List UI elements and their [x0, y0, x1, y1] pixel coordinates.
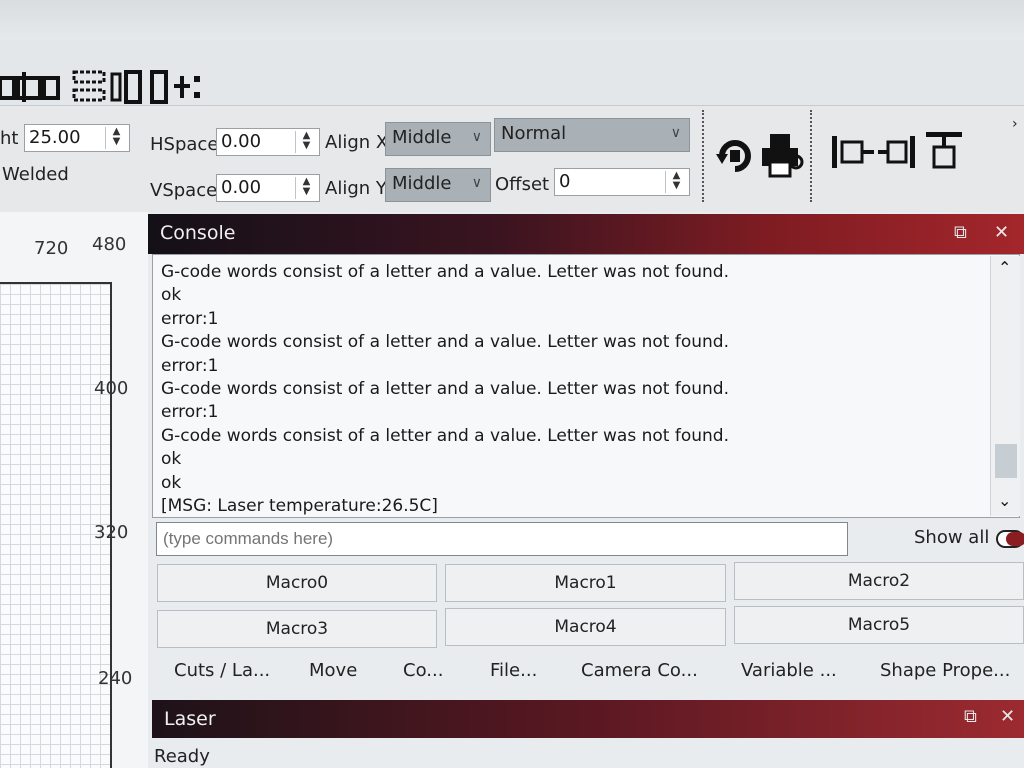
laser-status: Ready: [154, 746, 210, 767]
console-line: ok: [161, 472, 182, 493]
console-log: G-code words consist of a letter and a v…: [152, 254, 1020, 518]
command-input[interactable]: [156, 522, 848, 556]
printer-icon[interactable]: [760, 132, 804, 178]
tab-cuts-layers[interactable]: Cuts / La...: [174, 656, 270, 688]
mode-value: Normal: [501, 123, 567, 144]
height-label: ht: [0, 128, 19, 149]
spin-arrows-icon[interactable]: ▲ ▼: [295, 177, 317, 199]
align-tools-icon[interactable]: [0, 70, 60, 104]
ruler-label: 240: [98, 668, 133, 689]
console-title: Console: [160, 222, 236, 244]
console-line: error:1: [161, 308, 219, 329]
restore-icon[interactable]: ⧉: [954, 222, 967, 243]
console-line: ok: [161, 449, 182, 470]
align-top-icon[interactable]: [924, 130, 964, 174]
chevron-down-icon: ∨: [471, 175, 482, 191]
show-all-toggle[interactable]: [996, 530, 1024, 548]
resize-icon[interactable]: [150, 70, 204, 104]
hspace-value: 0.00: [221, 131, 262, 152]
height-value: 25.00: [29, 127, 81, 148]
top-strip: [0, 0, 1024, 40]
offset-value: 0: [559, 171, 571, 192]
align-right-icon[interactable]: [878, 134, 918, 170]
vspace-value: 0.00: [221, 177, 262, 198]
console-scrollbar[interactable]: ⌃ ⌄: [990, 256, 1020, 516]
ruler-label: 480: [92, 234, 127, 255]
hspace-label: HSpace: [150, 134, 219, 155]
chevron-down-icon: ∨: [670, 125, 681, 141]
spin-arrows-icon[interactable]: ▲ ▼: [665, 171, 687, 193]
toolbar-separator: [702, 110, 704, 202]
chevron-down-icon: ∨: [471, 129, 482, 145]
offset-spinbox[interactable]: 0 ▲ ▼: [554, 168, 690, 196]
macro-button[interactable]: Macro1: [445, 564, 726, 602]
console-line: [MSG: Laser temperature:26.5C]: [161, 495, 438, 516]
hspace-spinbox[interactable]: 0.00 ▲ ▼: [216, 128, 320, 156]
tab-files[interactable]: File...: [490, 656, 537, 688]
tab-camera-control[interactable]: Camera Co...: [581, 656, 698, 688]
tab-shape-properties[interactable]: Shape Prope...: [880, 656, 1010, 688]
close-icon[interactable]: ✕: [994, 222, 1009, 243]
vspace-spinbox[interactable]: 0.00 ▲ ▼: [216, 174, 320, 202]
close-icon[interactable]: ✕: [1000, 706, 1015, 727]
properties-bar: ht 25.00 ▲ ▼ Welded HSpace 0.00 ▲ ▼ VSpace…: [0, 106, 1024, 212]
laser-title-bar: Laser ⧉ ✕: [152, 700, 1024, 738]
show-all-label: Show all: [914, 527, 990, 548]
icon-toolbar: [0, 40, 1024, 106]
chevron-up-icon[interactable]: ⌃: [998, 258, 1011, 277]
console-line: G-code words consist of a letter and a v…: [161, 425, 729, 446]
align-y-value: Middle: [392, 173, 452, 194]
console-line: error:1: [161, 355, 219, 376]
align-y-select[interactable]: Middle ∨: [385, 168, 491, 202]
console-line: ok: [161, 285, 182, 306]
console-title-bar: Console ⧉ ✕: [148, 214, 1024, 254]
spin-arrows-icon[interactable]: ▲ ▼: [295, 131, 317, 153]
align-x-select[interactable]: Middle ∨: [385, 122, 491, 156]
ruler-label: 400: [94, 378, 129, 399]
align-x-value: Middle: [392, 127, 452, 148]
more-chevron-icon[interactable]: ›: [1012, 116, 1018, 132]
macro-button[interactable]: Macro5: [734, 606, 1024, 644]
restore-icon[interactable]: ⧉: [964, 706, 977, 727]
tab-console[interactable]: Co...: [403, 656, 443, 688]
console-line: G-code words consist of a letter and a v…: [161, 262, 729, 282]
macro-button[interactable]: Macro4: [445, 608, 726, 646]
ruler-label: 320: [94, 522, 129, 543]
height-spinbox[interactable]: 25.00 ▲ ▼: [24, 124, 130, 152]
scrollbar-thumb[interactable]: [995, 444, 1017, 478]
ruler-label: 720: [34, 238, 69, 259]
align-left-icon[interactable]: [830, 134, 876, 170]
console-line: G-code words consist of a letter and a v…: [161, 332, 729, 353]
distribute-icon[interactable]: [72, 70, 142, 104]
macro-button[interactable]: Macro3: [157, 610, 437, 648]
welded-label: Welded: [2, 164, 69, 185]
laser-title: Laser: [164, 708, 216, 730]
console-line: G-code words consist of a letter and a v…: [161, 378, 729, 399]
offset-label: Offset: [495, 174, 550, 195]
vspace-label: VSpace: [150, 180, 218, 201]
align-y-label: Align Y: [325, 178, 387, 199]
console-line: error:1: [161, 402, 219, 423]
tab-variable-text[interactable]: Variable ...: [741, 656, 837, 688]
tab-move[interactable]: Move: [309, 656, 357, 688]
toolbar-separator: [810, 110, 812, 202]
refresh-icon[interactable]: [714, 136, 756, 176]
align-x-label: Align X: [325, 132, 389, 153]
spin-arrows-icon[interactable]: ▲ ▼: [105, 127, 127, 149]
macro-button[interactable]: Macro0: [157, 564, 437, 602]
mode-select[interactable]: Normal ∨: [494, 118, 690, 152]
chevron-down-icon[interactable]: ⌄: [998, 491, 1011, 510]
macro-button[interactable]: Macro2: [734, 562, 1024, 600]
